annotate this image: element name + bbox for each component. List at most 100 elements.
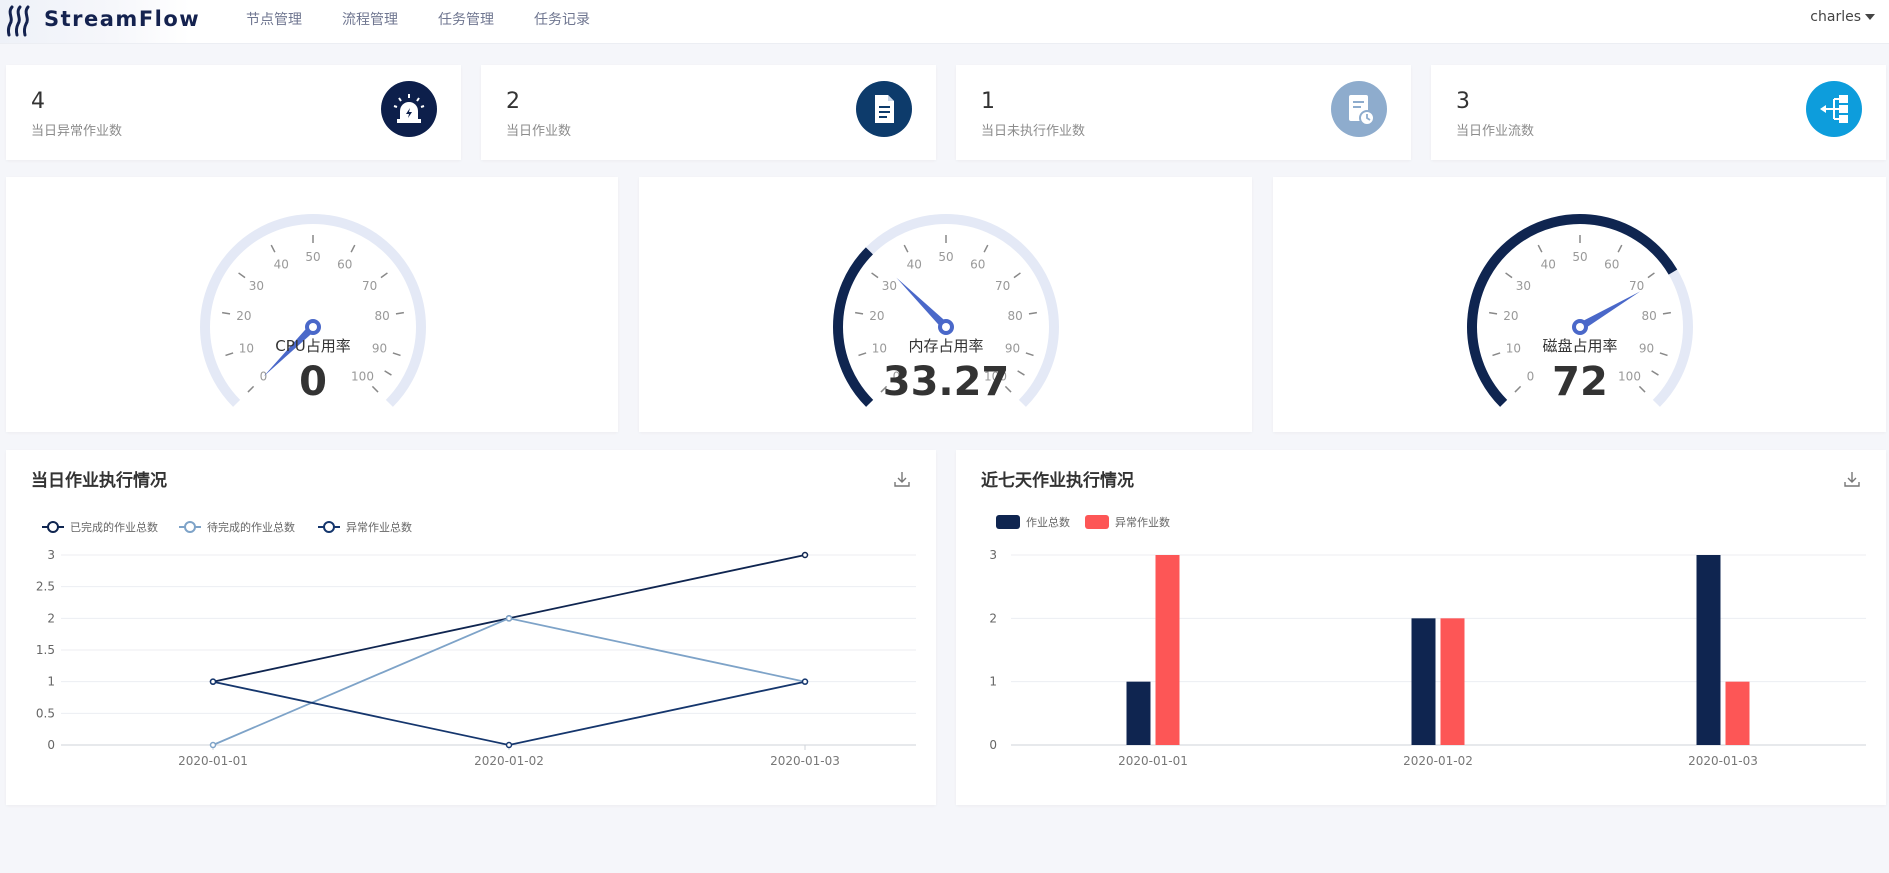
gauge-tick <box>1651 370 1659 376</box>
stat-label: 当日未执行作业数 <box>981 124 1086 139</box>
bar <box>1411 618 1436 745</box>
memory-gauge: 0102030405060708090100内存占用率33.27 <box>832 214 1059 407</box>
bar <box>1440 618 1465 745</box>
gauge-tick <box>983 244 989 253</box>
gauge-tick-label: 30 <box>1516 279 1531 293</box>
y-tick-label: 3 <box>989 548 997 562</box>
gauge-tick-label: 80 <box>1641 309 1656 323</box>
gauge-tick-label: 10 <box>239 342 254 356</box>
y-tick-label: 3 <box>47 548 55 562</box>
stat-card-daily-workflows: 3 当日作业流数 <box>1431 65 1886 160</box>
gauge-tick <box>871 272 879 279</box>
disk-gauge: 0 10 20 30 40 50 60 70 80 90 100 磁盘占用率 72 <box>1467 214 1693 407</box>
gauge-tick-label: 10 <box>872 342 887 356</box>
gauge-value: 33.27 <box>883 359 1010 405</box>
gauge-tick-label: 20 <box>236 309 251 323</box>
legend-marker <box>47 521 59 533</box>
gauge-tick-label: 100 <box>1618 370 1641 384</box>
gauge-tick-label: 60 <box>970 258 985 272</box>
x-tick-label: 2020-01-03 <box>770 754 840 768</box>
nav-node-management[interactable]: 节点管理 <box>246 9 302 29</box>
gauge-tick <box>1514 385 1522 393</box>
gauge-name: 内存占用率 <box>908 337 983 355</box>
gauge-tick <box>1505 272 1513 279</box>
data-point <box>801 551 809 559</box>
gauge-tick <box>1017 370 1025 376</box>
gauge-value: 72 <box>1552 359 1608 405</box>
gauge-tick <box>371 385 379 393</box>
gauge-tick-label: 60 <box>337 258 352 272</box>
gauge-tick-label: 70 <box>362 279 377 293</box>
stat-label: 当日作业数 <box>506 124 572 139</box>
weekly-jobs-bar-chart: 0 1 2 3 2020-01-01 2020-01-02 2020-01-03 作业总数 异常… <box>989 515 1866 768</box>
gauge-tick <box>380 272 388 279</box>
legend-marker <box>1085 515 1109 529</box>
bar <box>1126 681 1151 745</box>
gauge-tick-label: 40 <box>1541 258 1556 272</box>
user-menu[interactable]: charles <box>1810 9 1875 25</box>
cpu-gauge: 0102030405060708090100CPU占用率0 <box>200 214 426 407</box>
gauge-tick <box>1492 352 1501 357</box>
gauge-pointer-hub-center <box>942 323 950 331</box>
data-point <box>801 678 809 685</box>
nav-flow-management[interactable]: 流程管理 <box>342 9 398 29</box>
gauge-tick-label: 90 <box>1005 342 1020 356</box>
gauge-tick <box>1638 385 1646 393</box>
document-icon <box>856 81 912 137</box>
gauge-tick <box>384 370 392 376</box>
legend-marker <box>323 521 335 533</box>
gauge-tick-label: 20 <box>869 309 884 323</box>
panel-daily-jobs: 当日作业执行情况 0 0.5 1 1.5 2 2.5 3 2020-01-01 2020-01-… <box>6 450 936 805</box>
stat-label: 当日作业流数 <box>1456 124 1535 139</box>
user-name: charles <box>1810 9 1861 25</box>
y-tick-label: 1.5 <box>36 643 55 657</box>
gauge-tick <box>1028 311 1037 315</box>
x-tick-label: 2020-01-01 <box>1118 754 1188 768</box>
stat-card-abnormal-jobs: 4 当日异常作业数 <box>6 65 461 160</box>
bar <box>1725 681 1750 745</box>
x-tick-label: 2020-01-02 <box>474 754 544 768</box>
gauge-tick-label: 100 <box>351 370 374 384</box>
data-point <box>209 678 217 685</box>
legend-label: 异常作业数 <box>1115 516 1170 529</box>
gauge-name: CPU占用率 <box>275 337 351 355</box>
stat-card-daily-jobs: 2 当日作业数 <box>481 65 936 160</box>
x-tick-label: 2020-01-03 <box>1688 754 1758 768</box>
gauge-tick-label: 10 <box>1506 342 1521 356</box>
gauge-tick-label: 40 <box>907 258 922 272</box>
y-tick-label: 2 <box>989 611 997 625</box>
app-name: StreamFlow <box>44 7 201 31</box>
gauge-tick-label: 50 <box>938 250 953 264</box>
stat-value: 4 <box>31 89 45 114</box>
y-tick-label: 0 <box>989 738 997 752</box>
gauge-tick-label: 50 <box>1572 250 1587 264</box>
gauge-tick-label: 90 <box>1639 342 1654 356</box>
gauge-tick-label: 70 <box>995 279 1010 293</box>
legend-label: 待完成的作业总数 <box>207 520 295 534</box>
gauge-tick <box>858 352 867 357</box>
gauge-pointer-hub-center <box>309 323 317 331</box>
gauge-tick <box>1647 272 1655 279</box>
gauge-tick <box>222 311 231 315</box>
panel-weekly-jobs: 近七天作业执行情况 0 1 2 3 2020-01-01 2020-01-02 2020-0… <box>956 450 1886 805</box>
legend-label: 异常作业总数 <box>346 520 412 534</box>
gauge-tick <box>1617 244 1623 253</box>
nav-task-management[interactable]: 任务管理 <box>438 9 494 29</box>
legend-label: 作业总数 <box>1026 515 1070 529</box>
gauge-name: 磁盘占用率 <box>1542 337 1617 355</box>
bar <box>1155 555 1180 745</box>
gauge-tick-label: 60 <box>1604 258 1619 272</box>
stat-value: 1 <box>981 89 995 114</box>
gauge-tick <box>1489 311 1498 315</box>
streamflow-logo-icon <box>6 5 30 37</box>
gauge-tick-label: 30 <box>882 279 897 293</box>
data-point <box>209 741 217 749</box>
gauge-tick <box>855 311 864 315</box>
nav-task-records[interactable]: 任务记录 <box>534 9 590 29</box>
y-tick-label: 0 <box>47 738 55 752</box>
gauge-card-memory: 0 10 20 30 40 50 60 70 80 90 100 内存占用率 33.27 <box>639 177 1252 432</box>
gauge-tick-label: 40 <box>274 258 289 272</box>
app-logo[interactable]: StreamFlow <box>0 0 199 43</box>
stat-value: 3 <box>1456 89 1470 114</box>
gauge-tick-label: 30 <box>249 279 264 293</box>
